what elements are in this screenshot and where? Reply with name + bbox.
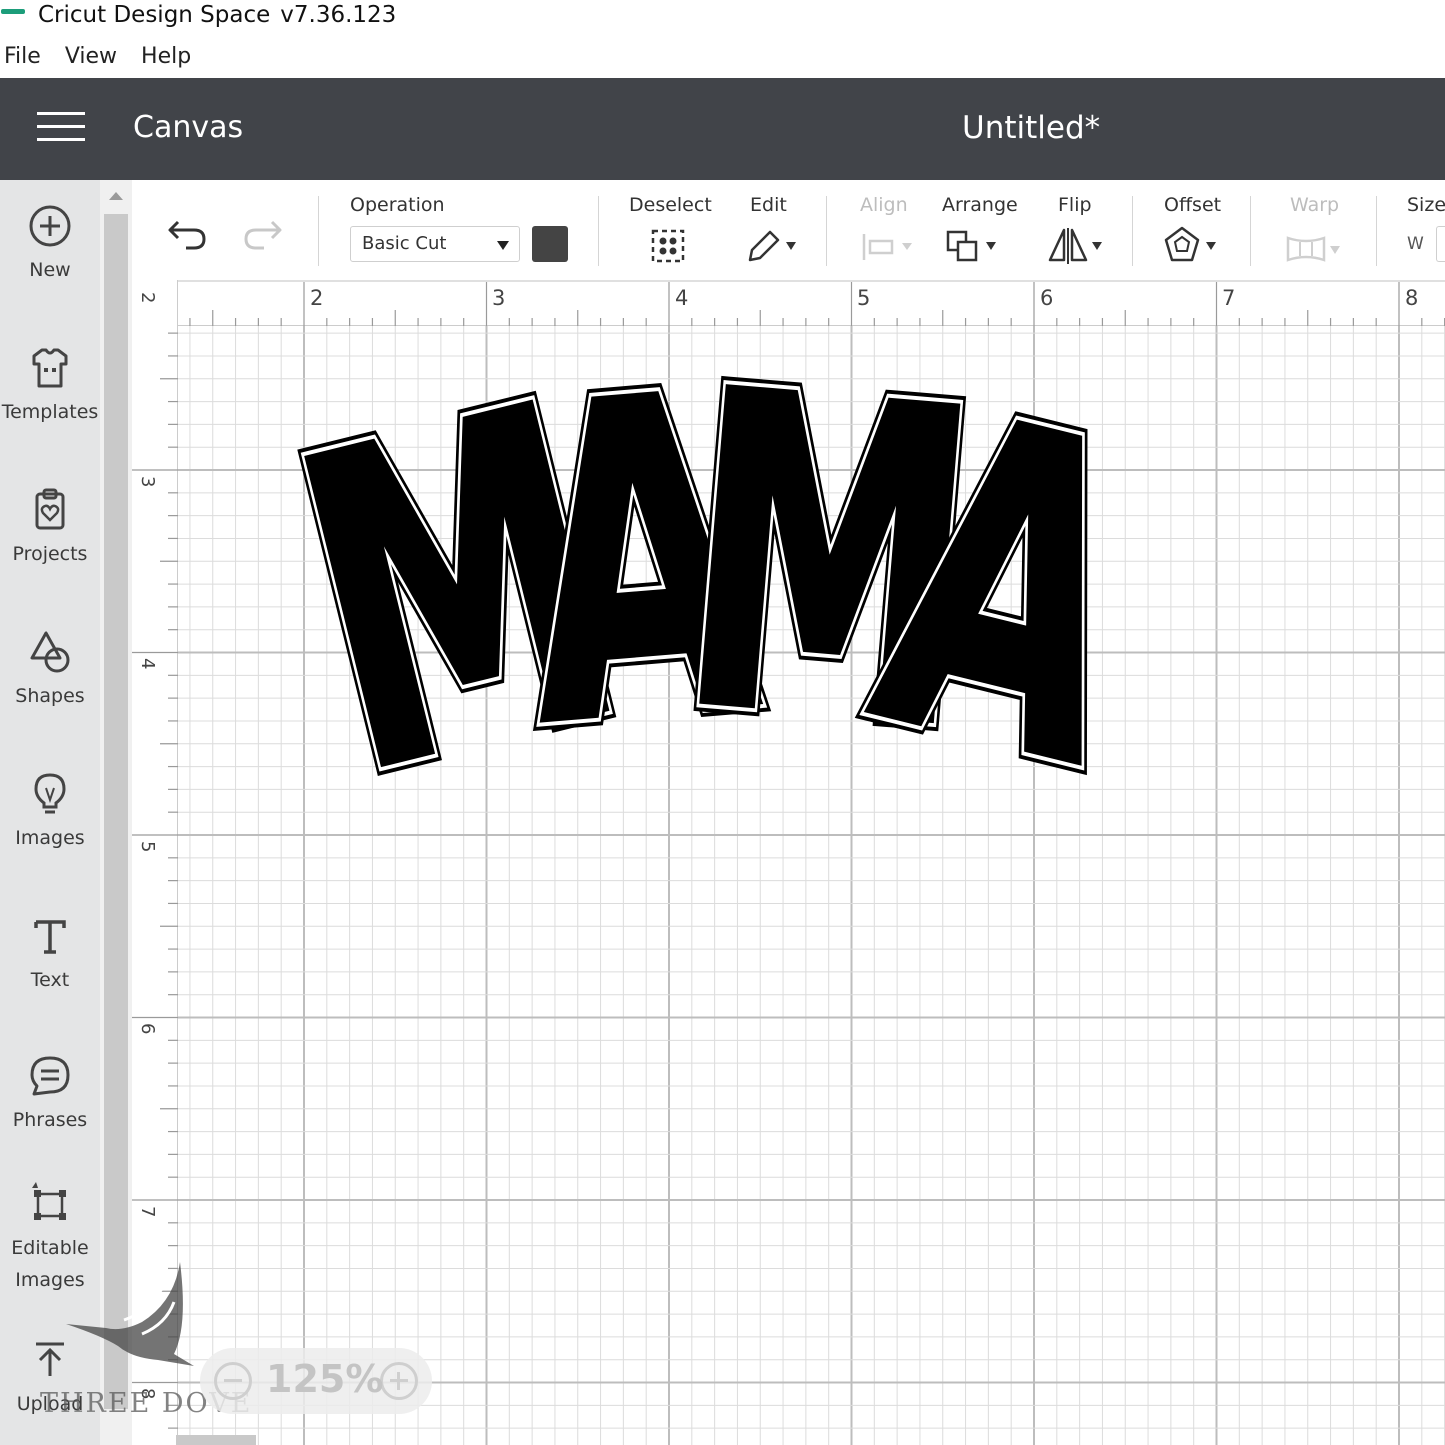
toolbar-separator [1132, 196, 1133, 266]
sidebar-item-label: Templates [1, 401, 99, 423]
shirt-icon [32, 348, 68, 388]
shapes-icon [30, 631, 70, 673]
title-bar: Cricut Design Space v7.36.123 [0, 0, 1445, 34]
cricut-logo-icon [1, 9, 25, 14]
app-title: Cricut Design Space v7.36.123 [38, 2, 396, 28]
ruler-label: 8 [1405, 286, 1419, 310]
edit-label: Edit [750, 194, 787, 216]
chevron-down-icon [497, 241, 509, 250]
arrange-label: Arrange [942, 194, 1018, 216]
size-width-label: W [1407, 234, 1424, 254]
ruler-label: 4 [137, 658, 158, 670]
operation-select[interactable]: Basic Cut [350, 226, 520, 262]
sidebar-item-images[interactable]: Images [0, 772, 100, 854]
sidebar-item-label: Projects [12, 543, 88, 565]
undo-icon[interactable] [166, 216, 208, 250]
sidebar-item-projects[interactable]: Projects [0, 488, 100, 570]
sidebar-scrollbar[interactable] [100, 180, 132, 1445]
ruler-label: 6 [1040, 286, 1054, 310]
mama-text-outline[interactable]: MMMAAAMMMAAA [252, 326, 1187, 877]
sidebar-item-label: Phrases [12, 1109, 88, 1131]
ruler-label: 6 [137, 1023, 158, 1035]
ruler-label: 5 [857, 286, 871, 310]
align-label: Align [860, 194, 908, 216]
ruler-label: 7 [137, 1206, 158, 1218]
ruler-label: 5 [137, 841, 158, 853]
menu-bar: File View Help [0, 40, 211, 74]
edit-toolbar: Operation Basic Cut Deselect Edit Align … [132, 180, 1445, 280]
sidebar-item-label: Shapes [15, 685, 85, 707]
sidebar-item-label: New [29, 259, 71, 281]
ruler-label: 3 [492, 286, 506, 310]
speech-bubble-icon [30, 1056, 70, 1096]
zoom-level: 125% [266, 1357, 384, 1401]
warp-icon[interactable] [1286, 234, 1346, 264]
redo-icon[interactable] [242, 216, 284, 250]
ruler-horizontal-ticks [189, 282, 1445, 328]
project-title[interactable]: Untitled* [962, 110, 1100, 146]
plus-circle-icon [29, 205, 71, 247]
size-label: Size [1407, 194, 1445, 216]
ruler-label: 3 [137, 476, 158, 488]
menu-file[interactable]: File [0, 40, 45, 74]
operation-select-value: Basic Cut [362, 233, 447, 254]
offset-icon[interactable] [1164, 226, 1224, 264]
hamburger-menu-icon[interactable] [37, 112, 87, 144]
flip-icon[interactable] [1048, 228, 1108, 264]
align-icon[interactable] [860, 232, 916, 262]
offset-label: Offset [1164, 194, 1222, 216]
toolbar-separator [826, 196, 827, 266]
header-section-title: Canvas [133, 110, 244, 145]
sidebar-item-text[interactable]: Text [0, 914, 100, 996]
menu-help[interactable]: Help [137, 40, 195, 74]
operation-label: Operation [350, 194, 445, 216]
arrange-icon[interactable] [946, 228, 1002, 264]
toolbar-separator [1250, 196, 1251, 266]
ruler-label: 4 [675, 286, 689, 310]
dove-watermark-icon [66, 1262, 194, 1366]
canvas-horizontal-scroll-thumb[interactable] [176, 1435, 256, 1445]
sidebar-item-label: Text [30, 969, 70, 991]
toolbar-separator [1376, 196, 1377, 266]
mama-design-group[interactable]: MMMAAAMMMAAA [178, 326, 1445, 1445]
sidebar-item-shapes[interactable]: Shapes [0, 630, 100, 712]
sidebar-item-new[interactable]: New [0, 204, 100, 286]
app-header: Canvas Untitled* [0, 78, 1445, 180]
warp-label: Warp [1290, 194, 1340, 216]
sidebar-item-phrases[interactable]: Phrases [0, 1054, 100, 1136]
pencil-icon[interactable] [744, 226, 800, 264]
zoom-in-icon[interactable] [380, 1362, 418, 1400]
sidebar-scroll-thumb[interactable] [104, 214, 128, 1409]
toolbar-separator [318, 196, 319, 266]
ruler-horizontal: 2 3 4 5 6 7 8 [132, 280, 1445, 328]
editable-image-icon [32, 1182, 66, 1220]
size-width-input[interactable] [1436, 226, 1445, 262]
sidebar-item-templates[interactable]: Templates [0, 346, 100, 428]
zoom-out-icon[interactable] [214, 1362, 252, 1400]
left-sidebar: New Templates Projects Shapes Images Tex… [0, 180, 100, 1445]
deselect-label: Deselect [629, 194, 712, 216]
ruler-label: 2 [137, 292, 158, 304]
scroll-up-arrow-icon[interactable] [109, 192, 123, 200]
flip-label: Flip [1058, 194, 1092, 216]
operation-color-swatch[interactable] [532, 226, 568, 262]
deselect-icon[interactable] [650, 228, 686, 264]
toolbar-separator [598, 196, 599, 266]
clipboard-heart-icon [35, 488, 65, 530]
ruler-label: 7 [1222, 286, 1236, 310]
app-version: v7.36.123 [280, 2, 397, 28]
app-name: Cricut Design Space [38, 2, 271, 28]
design-canvas[interactable]: MMMAAAMMMAAA [178, 326, 1445, 1445]
lightbulb-icon [34, 773, 66, 814]
sidebar-item-label: Images [15, 827, 85, 849]
text-t-icon [34, 920, 66, 954]
menu-view[interactable]: View [61, 40, 121, 74]
ruler-label: 2 [310, 286, 324, 310]
